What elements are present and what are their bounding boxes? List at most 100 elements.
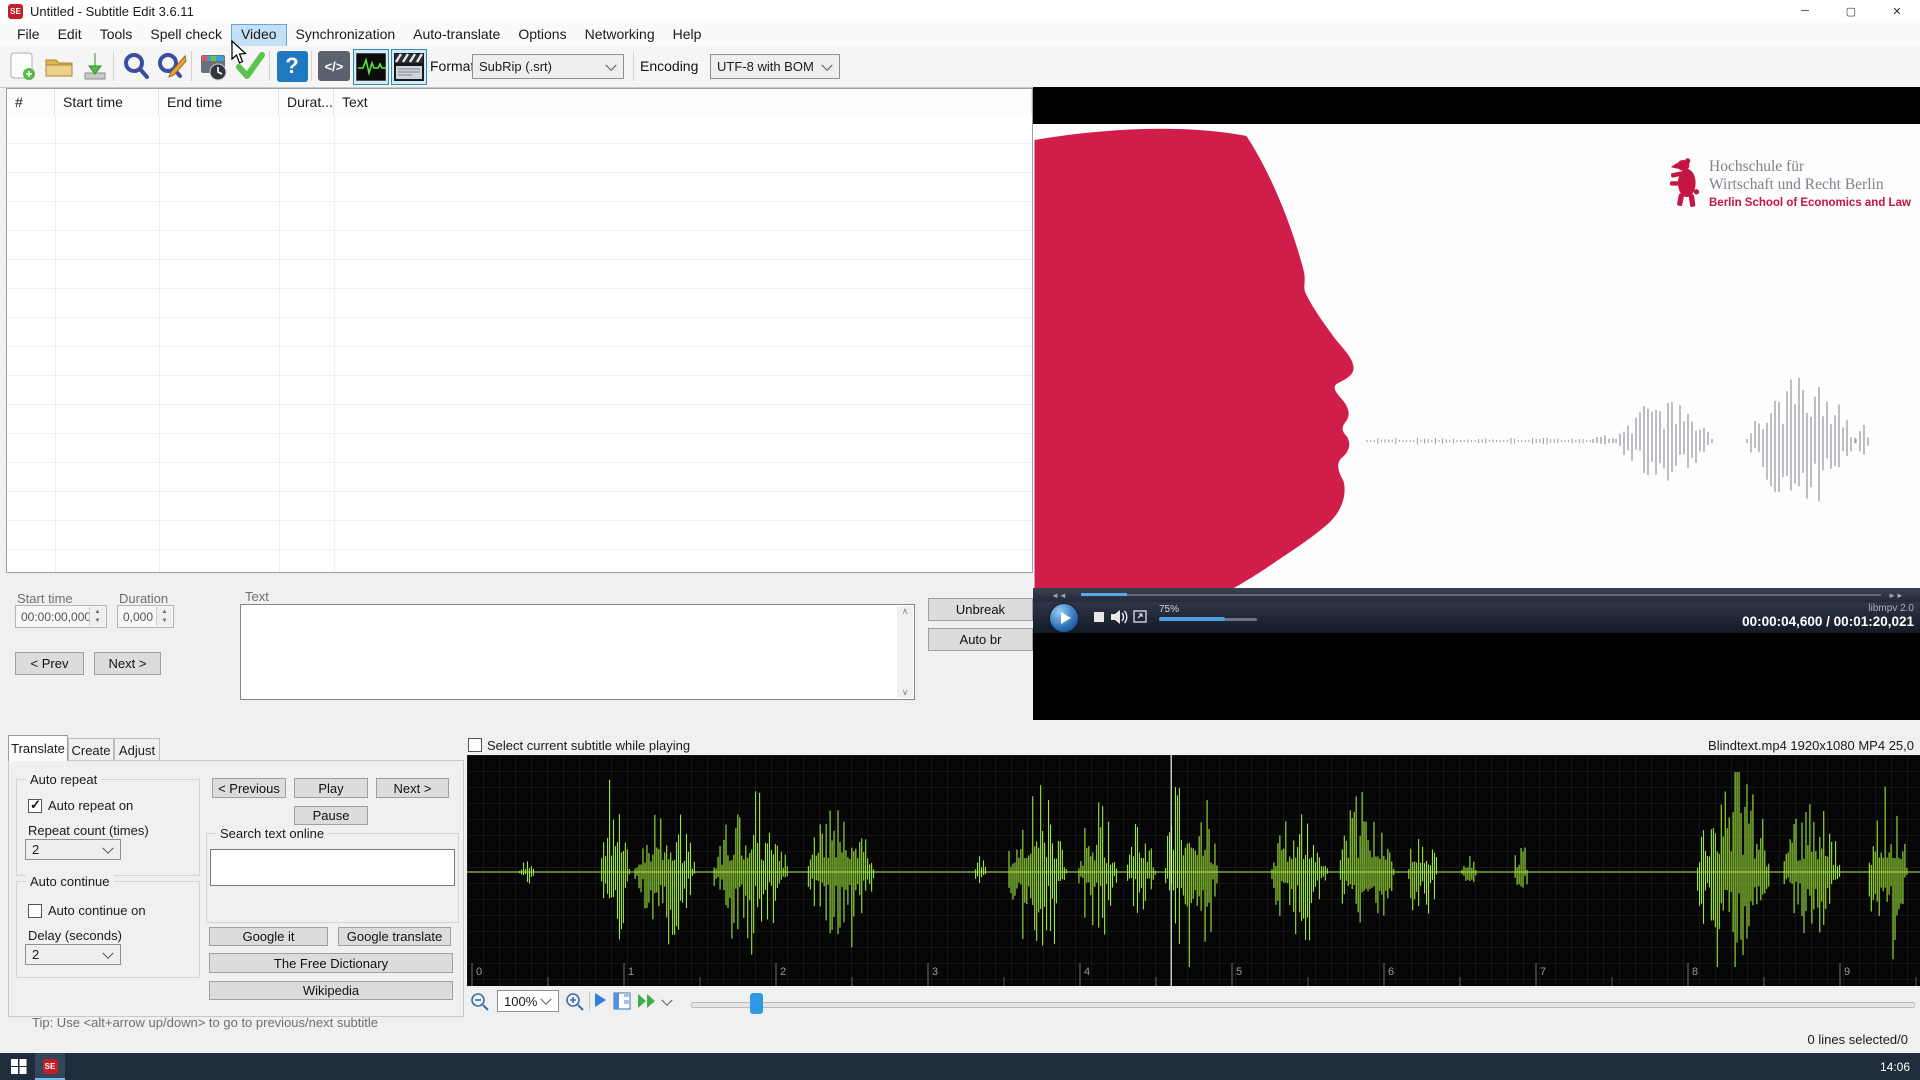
auto-continue-checkbox[interactable] (28, 904, 42, 918)
taskbar-clock: 14:06 (1879, 1060, 1910, 1074)
column-header-#[interactable]: # (7, 89, 55, 115)
visual-sync-button[interactable] (197, 49, 231, 83)
close-button[interactable]: ✕ (1874, 0, 1920, 22)
svg-text:9: 9 (1844, 966, 1850, 978)
menu-options[interactable]: Options (509, 24, 575, 45)
menu-networking[interactable]: Networking (576, 24, 664, 45)
zoom-in-icon[interactable] (565, 992, 585, 1012)
subtitle-text-area[interactable]: ∧ ∨ (240, 604, 915, 700)
menu-edit[interactable]: Edit (49, 24, 91, 45)
zoom-out-icon[interactable] (470, 992, 490, 1012)
chevron-down-icon (102, 947, 114, 959)
format-select[interactable]: SubRip (.srt) (472, 54, 624, 79)
next-subtitle-button[interactable]: Next > (94, 652, 161, 675)
tab-create[interactable]: Create (68, 738, 114, 761)
edit-panel: Start time 00:00:00,000 ▲ ▼ Duration 0,00… (0, 573, 1033, 729)
auto-repeat-checkbox[interactable] (28, 797, 42, 813)
pause-button[interactable]: Pause (294, 806, 368, 825)
scroll-up-icon[interactable]: ∧ (902, 606, 909, 617)
tab-translate[interactable]: Translate (8, 735, 68, 761)
spinner-arrows-icon[interactable]: ▲ ▼ (156, 607, 172, 626)
fullscreen-icon[interactable] (1133, 610, 1147, 623)
volume-icon[interactable] (1110, 609, 1128, 625)
spinner-arrows-icon[interactable]: ▲ ▼ (89, 607, 105, 626)
select-current-subtitle-label: Select current subtitle while playing (487, 738, 691, 753)
waveform-play-icon[interactable] (595, 993, 606, 1007)
column-header-starttime[interactable]: Start time (55, 89, 159, 115)
save-button[interactable] (78, 49, 112, 83)
maximize-button[interactable]: ▢ (1828, 0, 1874, 22)
svg-text:4: 4 (1084, 966, 1090, 978)
svg-text:6: 6 (1388, 966, 1394, 978)
find-button[interactable] (119, 49, 153, 83)
video-columns-icon[interactable] (613, 992, 631, 1010)
list-body[interactable] (7, 115, 1032, 572)
auto-br-button[interactable]: Auto br (928, 628, 1033, 651)
menu-auto-translate[interactable]: Auto-translate (404, 24, 509, 45)
play-button[interactable] (1049, 603, 1079, 633)
waveform-toolbar: 100% (467, 986, 1920, 1020)
encoding-select[interactable]: UTF-8 with BOM (710, 54, 840, 79)
select-current-subtitle-checkbox[interactable] (468, 738, 482, 752)
waveform-zoom-select[interactable]: 100% (497, 990, 559, 1012)
video-seek-bar[interactable]: ◄◄ ►► (1033, 588, 1920, 602)
toolbar: ? </> Format SubRip (.srt) Encoding UTF-… (0, 46, 1920, 88)
app-icon: SE (8, 4, 23, 19)
wikipedia-button[interactable]: Wikipedia (209, 981, 453, 1000)
hwr-logo: Hochschule für Wirtschaft und Recht Berl… (1670, 158, 1911, 209)
waveform-display[interactable]: 0 1 2 3 4 5 6 7 8 9 (467, 755, 1920, 986)
fast-forward-icon[interactable] (637, 993, 657, 1009)
waveform-toggle-button[interactable] (353, 49, 389, 85)
chevron-down-icon (102, 842, 114, 854)
taskbar-subtitle-edit[interactable]: SE (35, 1053, 65, 1080)
help-button[interactable]: ? (275, 49, 309, 83)
slider-thumb[interactable] (750, 993, 763, 1014)
duration-field[interactable]: 0,000 ▲ ▼ (117, 605, 174, 628)
search-text-input[interactable] (210, 849, 455, 886)
menu-tools[interactable]: Tools (91, 24, 142, 45)
free-dictionary-button[interactable]: The Free Dictionary (209, 953, 453, 973)
seek-back-icon[interactable]: ◄◄ (1051, 591, 1067, 600)
waveform-icon (356, 53, 386, 81)
stop-button[interactable] (1094, 612, 1104, 622)
column-header-text[interactable]: Text (334, 89, 1032, 115)
unbreak-button[interactable]: Unbreak (928, 598, 1033, 621)
menu-synchronization[interactable]: Synchronization (287, 24, 405, 45)
google-it-button[interactable]: Google it (209, 927, 328, 946)
new-file-button[interactable] (5, 49, 39, 83)
clapperboard-icon (394, 53, 424, 81)
video-controls: 75% libmpv 2.0 00:00:04,600 / 00:01:20,0… (1033, 602, 1920, 633)
scroll-down-icon[interactable]: ∨ (902, 687, 909, 698)
menu-spell-check[interactable]: Spell check (141, 24, 231, 45)
video-file-info: Blindtext.mp4 1920x1080 MP4 25,0 (1708, 738, 1914, 753)
minimize-button[interactable]: ─ (1782, 0, 1828, 22)
windows-start-icon[interactable] (11, 1059, 27, 1074)
svg-text:3: 3 (932, 966, 938, 978)
svg-text:7: 7 (1540, 966, 1546, 978)
subtitle-list[interactable]: # Start time End time Durat... Text (6, 88, 1033, 573)
column-header-durat[interactable]: Durat... (279, 89, 334, 115)
google-translate-button[interactable]: Google translate (338, 927, 451, 946)
menu-help[interactable]: Help (664, 24, 711, 45)
prev-subtitle-button[interactable]: < Prev (15, 652, 84, 675)
scrollbar[interactable]: ∧ ∨ (897, 606, 913, 698)
menu-file[interactable]: File (8, 24, 49, 45)
chevron-down-icon[interactable] (661, 994, 673, 1006)
open-file-button[interactable] (42, 49, 76, 83)
source-view-button[interactable]: </> (317, 49, 351, 83)
seek-forward-icon[interactable]: ►► (1888, 591, 1904, 600)
seek-track[interactable] (1081, 594, 1881, 596)
column-header-endtime[interactable]: End time (159, 89, 279, 115)
video-frame[interactable]: Hochschule für Wirtschaft und Recht Berl… (1033, 124, 1920, 627)
waveform-position-slider[interactable] (691, 1002, 1915, 1008)
tab-adjust[interactable]: Adjust (114, 738, 160, 761)
start-time-field[interactable]: 00:00:00,000 ▲ ▼ (15, 605, 107, 628)
delay-select[interactable]: 2 (25, 944, 121, 965)
next-button[interactable]: Next > (376, 778, 449, 798)
video-toggle-button[interactable] (391, 49, 427, 85)
previous-button[interactable]: < Previous (212, 778, 286, 798)
logo-text-line3: Berlin School of Economics and Law (1709, 197, 1911, 209)
replace-button[interactable] (155, 49, 189, 83)
play-subtitle-button[interactable]: Play (294, 778, 368, 798)
repeat-count-select[interactable]: 2 (25, 839, 121, 860)
